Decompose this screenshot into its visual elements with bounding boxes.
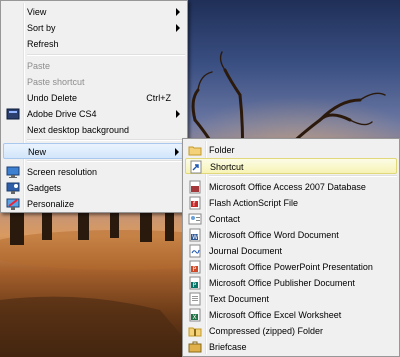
menu-item-label: Contact <box>209 214 241 224</box>
menu-item-next-desktop-background[interactable]: Next desktop background <box>3 122 185 138</box>
zip-folder-icon <box>188 324 202 338</box>
text-document-icon <box>188 292 202 306</box>
menu-item-paste[interactable]: Paste <box>3 58 185 74</box>
menu-item-label: Sort by <box>27 23 56 33</box>
menu-item-view[interactable]: View <box>3 4 185 20</box>
new-item-microsoft-office-access-2007-database[interactable]: Microsoft Office Access 2007 Database <box>185 179 397 195</box>
menu-item-label: Journal Document <box>209 246 283 256</box>
menu-item-undo-delete[interactable]: Undo Delete Ctrl+Z <box>3 90 185 106</box>
powerpoint-icon: P <box>188 260 202 274</box>
menu-item-label: Microsoft Office Publisher Document <box>209 278 355 288</box>
excel-worksheet-icon: X <box>188 308 202 322</box>
new-item-briefcase[interactable]: Briefcase <box>185 339 397 355</box>
menu-item-personalize[interactable]: Personalize <box>3 196 185 212</box>
gadgets-icon <box>6 181 20 195</box>
svg-text:P: P <box>193 266 197 273</box>
menu-item-label: Next desktop background <box>27 125 130 135</box>
flash-file-icon: f <box>188 196 202 210</box>
shortcut-key-label: Ctrl+Z <box>146 93 171 103</box>
menu-item-label: Folder <box>209 145 235 155</box>
menu-item-label: Paste <box>27 61 51 71</box>
menu-item-refresh[interactable]: Refresh <box>3 36 185 52</box>
new-item-journal-document[interactable]: Journal Document <box>185 243 397 259</box>
submenu-arrow-icon <box>175 148 179 156</box>
menu-item-label: Paste shortcut <box>27 77 85 87</box>
new-item-compressed-zipped-folder[interactable]: Compressed (zipped) Folder <box>185 323 397 339</box>
screen-resolution-icon <box>6 165 20 179</box>
briefcase-icon <box>188 340 202 354</box>
submenu-arrow-icon <box>176 110 180 118</box>
new-submenu: Folder Shortcut Microsoft Office Access 20… <box>182 138 400 357</box>
menu-item-new[interactable]: New <box>3 143 185 159</box>
access-database-icon <box>188 180 202 194</box>
menu-separator <box>27 139 185 141</box>
new-item-microsoft-office-excel-worksheet[interactable]: X Microsoft Office Excel Worksheet <box>185 307 397 323</box>
new-item-microsoft-office-powerpoint-presentation[interactable]: P Microsoft Office PowerPoint Presentatio… <box>185 259 397 275</box>
menu-item-label: Text Document <box>209 294 270 304</box>
menu-item-label: New <box>28 147 47 157</box>
svg-text:X: X <box>193 314 197 321</box>
menu-item-label: Briefcase <box>209 342 247 352</box>
new-item-microsoft-office-word-document[interactable]: W Microsoft Office Word Document <box>185 227 397 243</box>
menu-item-label: Shortcut <box>210 162 244 172</box>
menu-item-label: Personalize <box>27 199 75 209</box>
folder-icon <box>188 143 202 157</box>
publisher-icon: P <box>188 276 202 290</box>
menu-item-label: Microsoft Office Access 2007 Database <box>209 182 366 192</box>
menu-item-label: Microsoft Office Excel Worksheet <box>209 310 342 320</box>
shortcut-icon <box>189 160 203 174</box>
desktop-context-menu: View Sort by Refresh Paste Paste shortcut Und… <box>0 0 188 213</box>
new-item-folder[interactable]: Folder <box>185 142 397 158</box>
new-item-microsoft-office-publisher-document[interactable]: P Microsoft Office Publisher Document <box>185 275 397 291</box>
submenu-arrow-icon <box>176 24 180 32</box>
adobe-drive-icon <box>6 107 20 121</box>
menu-item-sort-by[interactable]: Sort by <box>3 20 185 36</box>
menu-item-screen-resolution[interactable]: Screen resolution <box>3 164 185 180</box>
word-document-icon: W <box>188 228 202 242</box>
menu-item-adobe-drive-cs4[interactable]: Adobe Drive CS4 <box>3 106 185 122</box>
new-item-shortcut[interactable]: Shortcut <box>185 158 397 174</box>
menu-item-label: Gadgets <box>27 183 62 193</box>
svg-text:W: W <box>192 234 198 241</box>
menu-item-label: View <box>27 7 47 17</box>
personalize-icon <box>6 197 20 211</box>
menu-separator <box>27 54 185 56</box>
menu-item-label: Compressed (zipped) Folder <box>209 326 324 336</box>
menu-item-paste-shortcut[interactable]: Paste shortcut <box>3 74 185 90</box>
new-item-flash-actionscript-file[interactable]: f Flash ActionScript File <box>185 195 397 211</box>
menu-separator <box>27 160 185 162</box>
menu-separator <box>209 175 397 177</box>
new-item-text-document[interactable]: Text Document <box>185 291 397 307</box>
svg-text:P: P <box>193 282 197 289</box>
menu-item-gadgets[interactable]: Gadgets <box>3 180 185 196</box>
submenu-arrow-icon <box>176 8 180 16</box>
menu-item-label: Microsoft Office Word Document <box>209 230 339 240</box>
menu-item-label: Adobe Drive CS4 <box>27 109 97 119</box>
new-item-contact[interactable]: Contact <box>185 211 397 227</box>
menu-item-label: Microsoft Office PowerPoint Presentation <box>209 262 373 272</box>
journal-document-icon <box>188 244 202 258</box>
menu-item-label: Screen resolution <box>27 167 98 177</box>
menu-item-label: Undo Delete <box>27 93 78 103</box>
contact-icon <box>188 212 202 226</box>
menu-item-label: Refresh <box>27 39 59 49</box>
menu-item-label: Flash ActionScript File <box>209 198 299 208</box>
